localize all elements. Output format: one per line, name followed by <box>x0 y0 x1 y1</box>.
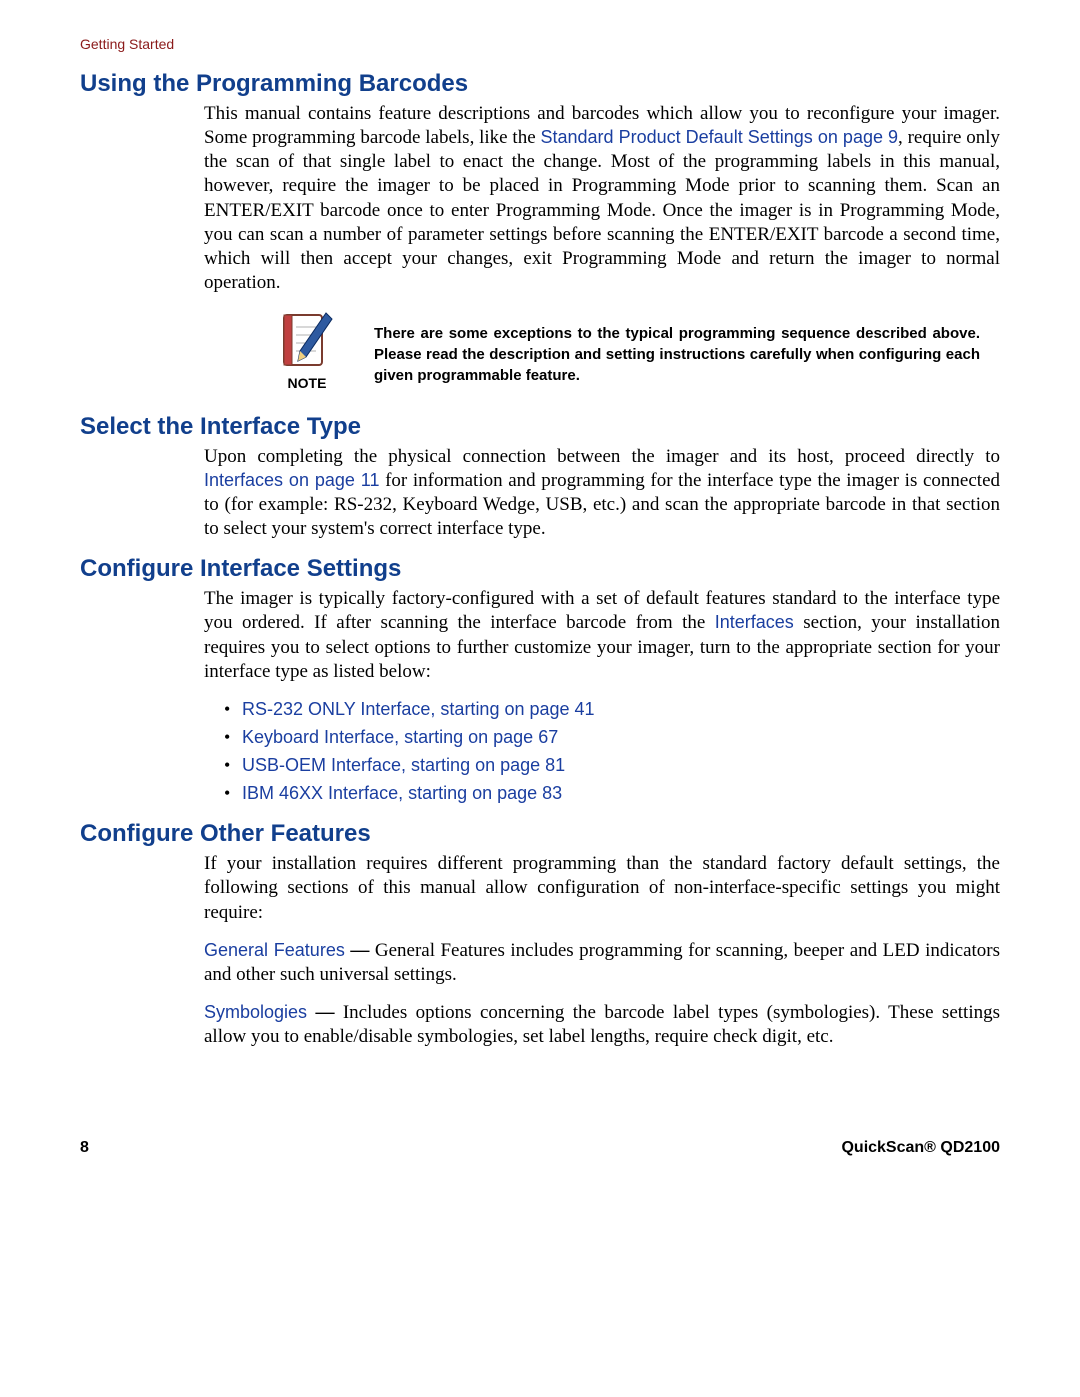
page: Getting Started Using the Programming Ba… <box>0 0 1080 1193</box>
text: Upon completing the physical connection … <box>204 446 1000 467</box>
section-body: Upon completing the physical connection … <box>204 445 1000 542</box>
link-ibm-46xx-interface[interactable]: IBM 46XX Interface, starting on page 83 <box>242 783 562 803</box>
section-body: If your installation requires different … <box>204 852 1000 1049</box>
dash: — <box>315 1002 342 1023</box>
list-item: Keyboard Interface, starting on page 67 <box>224 726 1000 750</box>
note-label: NOTE <box>264 375 350 393</box>
list-item: IBM 46XX Interface, starting on page 83 <box>224 782 1000 806</box>
link-interfaces[interactable]: Interfaces <box>715 612 794 632</box>
heading-using-programming-barcodes: Using the Programming Barcodes <box>80 70 1000 98</box>
list-item: USB-OEM Interface, starting on page 81 <box>224 754 1000 778</box>
paragraph: General Features — General Features incl… <box>204 939 1000 987</box>
running-header: Getting Started <box>80 36 1000 52</box>
link-symbologies[interactable]: Symbologies <box>204 1002 307 1022</box>
product-name: QuickScan® QD2100 <box>841 1139 1000 1157</box>
note-icon-column: NOTE <box>264 309 350 393</box>
paragraph: Upon completing the physical connection … <box>204 445 1000 542</box>
heading-configure-other-features: Configure Other Features <box>80 820 1000 848</box>
page-footer: 8 QuickScan® QD2100 <box>80 1139 1000 1157</box>
note-block: NOTE There are some exceptions to the ty… <box>264 309 1000 393</box>
notepad-icon <box>276 309 338 371</box>
link-general-features[interactable]: General Features <box>204 940 345 960</box>
paragraph: The imager is typically factory-configur… <box>204 587 1000 684</box>
paragraph: If your installation requires different … <box>204 852 1000 924</box>
paragraph: This manual contains feature description… <box>204 102 1000 295</box>
list-item: RS-232 ONLY Interface, starting on page … <box>224 698 1000 722</box>
section-body: The imager is typically factory-configur… <box>204 587 1000 806</box>
link-keyboard-interface[interactable]: Keyboard Interface, starting on page 67 <box>242 727 558 747</box>
heading-select-interface-type: Select the Interface Type <box>80 413 1000 441</box>
section-body: This manual contains feature description… <box>204 102 1000 393</box>
dash: — <box>350 940 375 961</box>
page-number: 8 <box>80 1139 89 1157</box>
note-text: There are some exceptions to the typical… <box>374 309 1000 386</box>
paragraph: Symbologies — Includes options concernin… <box>204 1001 1000 1049</box>
link-usb-oem-interface[interactable]: USB-OEM Interface, starting on page 81 <box>242 755 565 775</box>
link-standard-product-default[interactable]: Standard Product Default Settings on pag… <box>540 127 898 147</box>
link-interfaces-page-11[interactable]: Interfaces on page 11 <box>204 470 379 490</box>
text: , require only the scan of that single l… <box>204 127 1000 293</box>
link-rs232-interface[interactable]: RS-232 ONLY Interface, starting on page … <box>242 699 595 719</box>
interface-list: RS-232 ONLY Interface, starting on page … <box>224 698 1000 807</box>
heading-configure-interface-settings: Configure Interface Settings <box>80 555 1000 583</box>
